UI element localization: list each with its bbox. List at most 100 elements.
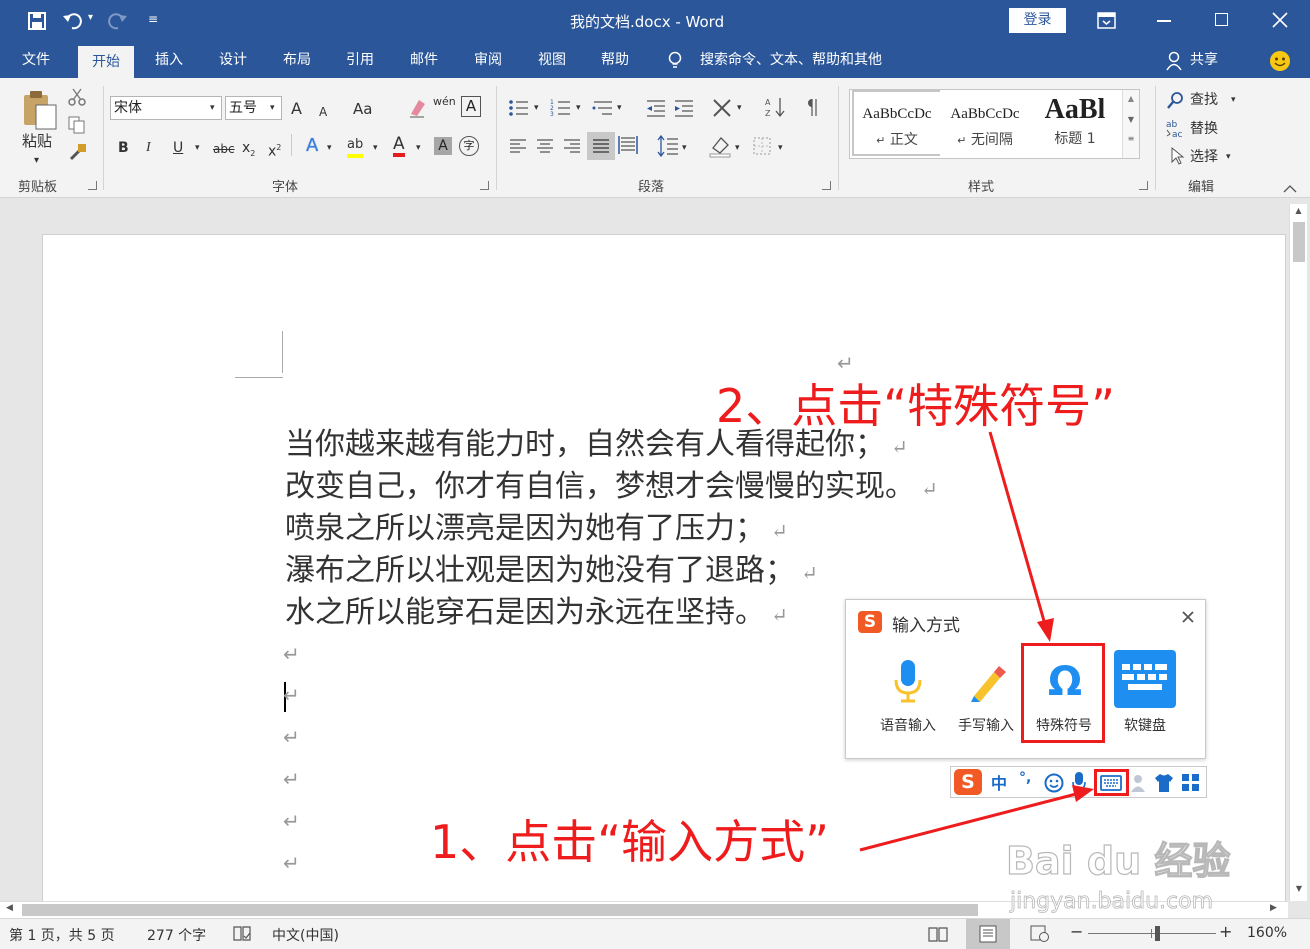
save-icon[interactable] — [27, 11, 47, 31]
styles-up-icon[interactable]: ▲ — [1123, 94, 1139, 103]
style-no-spacing[interactable]: AaBbCcDc ↵ 无间隔 — [940, 90, 1030, 156]
scroll-right-icon[interactable]: ▶ — [1270, 903, 1277, 913]
scroll-down-icon[interactable]: ▼ — [1290, 884, 1308, 893]
char-shading-button[interactable]: A — [434, 137, 452, 155]
tab-layout[interactable]: 布局 — [277, 42, 317, 78]
soft-keyboard-button[interactable]: 软键盘 — [1109, 642, 1181, 738]
shrink-font-icon[interactable]: A — [319, 103, 327, 121]
replace-icon[interactable]: abac — [1166, 118, 1186, 138]
print-layout-icon[interactable] — [979, 925, 997, 943]
ribbon-display-options-icon[interactable] — [1097, 12, 1117, 30]
voice-toolbar-icon[interactable] — [1072, 772, 1086, 794]
text-effects-button[interactable]: A — [306, 137, 318, 155]
clear-formatting-icon[interactable] — [407, 96, 427, 118]
shading-icon[interactable] — [709, 134, 731, 158]
word-count[interactable]: 277 个字 — [147, 925, 206, 945]
sogou-toolbar-logo[interactable]: S — [954, 769, 982, 795]
bold-button[interactable]: B — [118, 139, 129, 157]
style-normal[interactable]: AaBbCcDc ↵ 正文 — [852, 90, 942, 156]
chinese-layout-dropdown-icon[interactable]: ▾ — [737, 99, 742, 117]
text-line-5[interactable]: 水之所以能穿石是因为永远在坚持。 ↵ — [285, 593, 788, 635]
styles-scroll[interactable]: ▲ ▼ ≡ — [1122, 90, 1139, 158]
share-button[interactable]: 共享 — [1184, 42, 1224, 78]
font-color-dropdown-icon[interactable]: ▾ — [416, 139, 421, 157]
chinese-layout-icon[interactable] — [712, 98, 734, 118]
tab-mailings[interactable]: 邮件 — [404, 42, 444, 78]
font-color-button[interactable]: A — [393, 135, 405, 157]
highlight-dropdown-icon[interactable]: ▾ — [373, 139, 378, 157]
font-launcher-icon[interactable] — [480, 181, 489, 190]
subscript-button[interactable]: x2 — [242, 139, 255, 163]
replace-button[interactable]: 替换 — [1190, 120, 1218, 138]
shading-dropdown-icon[interactable]: ▾ — [735, 139, 740, 157]
bullets-icon[interactable] — [508, 98, 530, 118]
tab-review[interactable]: 审阅 — [468, 42, 508, 78]
undo-icon[interactable] — [62, 11, 84, 31]
styles-down-icon[interactable]: ▼ — [1123, 115, 1139, 124]
punctuation-toggle[interactable]: °, — [1019, 770, 1031, 786]
numbering-dropdown-icon[interactable]: ▾ — [576, 99, 581, 117]
tell-me-search[interactable]: 搜索命令、文本、帮助和其他 — [694, 42, 888, 78]
zoom-level[interactable]: 160% — [1247, 925, 1287, 941]
vertical-scrollbar[interactable]: ▲ ▼ — [1289, 204, 1307, 901]
chinese-mode-toggle[interactable]: 中 — [991, 770, 1007, 794]
strikethrough-button[interactable]: abc — [213, 140, 235, 158]
font-name-dropdown[interactable]: 宋体 — [110, 96, 222, 120]
text-line-2[interactable]: 改变自己，你才有自信，梦想才会慢慢的实现。 ↵ — [285, 467, 938, 509]
underline-button[interactable]: U — [173, 139, 183, 157]
undo-dropdown-icon[interactable]: ▾ — [88, 12, 93, 23]
grow-font-icon[interactable]: A — [291, 100, 302, 118]
zoom-slider[interactable] — [1088, 933, 1216, 934]
numbering-icon[interactable]: 123 — [550, 98, 572, 118]
handwriting-input-button[interactable]: 手写输入 — [950, 642, 1022, 738]
ime-close-icon[interactable] — [1181, 610, 1195, 624]
align-left-icon[interactable] — [509, 138, 527, 154]
phonetic-guide-icon[interactable]: wén — [433, 96, 456, 107]
collapse-ribbon-icon[interactable] — [1283, 184, 1297, 194]
line-spacing-dropdown-icon[interactable]: ▾ — [682, 139, 687, 157]
vertical-scroll-thumb[interactable] — [1293, 222, 1305, 262]
style-heading1[interactable]: AaBl 标题 1 — [1030, 90, 1120, 156]
align-center-icon[interactable] — [536, 138, 554, 154]
change-case-button[interactable]: Aa — [353, 100, 372, 118]
superscript-button[interactable]: x2 — [268, 139, 281, 161]
paste-button[interactable]: 粘贴 — [22, 132, 52, 150]
tab-view[interactable]: 视图 — [532, 42, 572, 78]
document-page[interactable]: ↵ 当你越来越有能力时，自然会有人看得起你； ↵ 改变自己，你才有自信，梦想才会慢… — [42, 234, 1286, 901]
skin-shirt-icon[interactable] — [1154, 773, 1174, 793]
underline-dropdown-icon[interactable]: ▾ — [195, 139, 200, 157]
font-name-chevron-icon[interactable]: ▾ — [210, 99, 215, 117]
horizontal-scroll-thumb[interactable] — [22, 904, 978, 916]
borders-dropdown-icon[interactable]: ▾ — [778, 139, 783, 157]
smiley-feedback-icon[interactable] — [1269, 50, 1291, 72]
text-effects-dropdown-icon[interactable]: ▾ — [327, 139, 332, 157]
maximize-icon[interactable] — [1215, 13, 1228, 26]
tab-design[interactable]: 设计 — [213, 42, 253, 78]
signin-button[interactable]: 登录 — [1009, 8, 1066, 33]
multilevel-list-icon[interactable] — [592, 98, 614, 118]
language-indicator[interactable]: 中文(中国) — [272, 925, 339, 945]
cut-icon[interactable] — [68, 88, 86, 106]
char-border-icon[interactable]: A — [461, 96, 481, 117]
text-line-4[interactable]: 瀑布之所以壮观是因为她没有了退路； ↵ — [285, 551, 818, 593]
web-layout-icon[interactable] — [1030, 925, 1050, 943]
align-right-icon[interactable] — [563, 138, 581, 154]
highlight-button[interactable]: ab — [347, 136, 364, 158]
clipboard-launcher-icon[interactable] — [88, 181, 97, 190]
customize-qat-icon[interactable]: ≡ — [148, 12, 158, 26]
enclose-characters-button[interactable]: 字 — [459, 136, 479, 156]
find-button[interactable]: 查找 — [1190, 91, 1218, 109]
line-spacing-icon[interactable] — [657, 135, 679, 157]
paragraph-launcher-icon[interactable] — [822, 181, 831, 190]
tab-references[interactable]: 引用 — [340, 42, 380, 78]
decrease-indent-icon[interactable] — [645, 98, 667, 118]
select-cursor-icon[interactable] — [1170, 147, 1186, 165]
show-marks-icon[interactable] — [806, 96, 822, 118]
multilevel-dropdown-icon[interactable]: ▾ — [617, 99, 622, 117]
scroll-up-icon[interactable]: ▲ — [1290, 206, 1307, 215]
tab-help[interactable]: 帮助 — [595, 42, 635, 78]
scroll-left-icon[interactable]: ◀ — [6, 903, 13, 913]
read-mode-icon[interactable] — [928, 925, 948, 943]
zoom-in-button[interactable]: + — [1219, 922, 1232, 941]
find-icon[interactable] — [1167, 91, 1185, 109]
